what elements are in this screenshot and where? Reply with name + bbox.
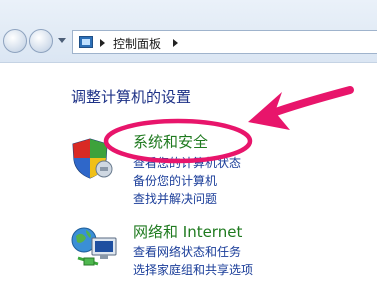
forward-button[interactable] [29,29,53,53]
breadcrumb-chevron-icon[interactable] [173,39,178,47]
category-network-internet[interactable]: 网络和 Internet [133,221,242,242]
shield-icon [72,138,113,179]
link-backup-computer[interactable]: 备份您的计算机 [133,173,217,189]
link-view-computer-status[interactable]: 查看您的计算机状态 [133,155,241,171]
breadcrumb-separator-icon[interactable] [100,39,105,47]
control-panel-icon [79,36,93,48]
link-troubleshoot[interactable]: 查找并解决问题 [133,191,217,207]
link-homegroup-sharing[interactable]: 选择家庭组和共享选项 [133,262,253,278]
network-icon [71,227,117,266]
recent-pages-dropdown-icon[interactable] [58,38,66,43]
annotation-arrow-shaft [266,86,354,118]
page-title: 调整计算机的设置 [71,88,192,106]
back-button[interactable] [3,29,27,53]
breadcrumb-control-panel[interactable]: 控制面板 [113,35,161,52]
annotation-arrow-head [248,92,290,130]
link-view-network-status[interactable]: 查看网络状态和任务 [133,244,241,260]
address-bar[interactable]: 控制面板 [72,30,377,54]
category-system-security[interactable]: 系统和安全 [133,131,208,152]
